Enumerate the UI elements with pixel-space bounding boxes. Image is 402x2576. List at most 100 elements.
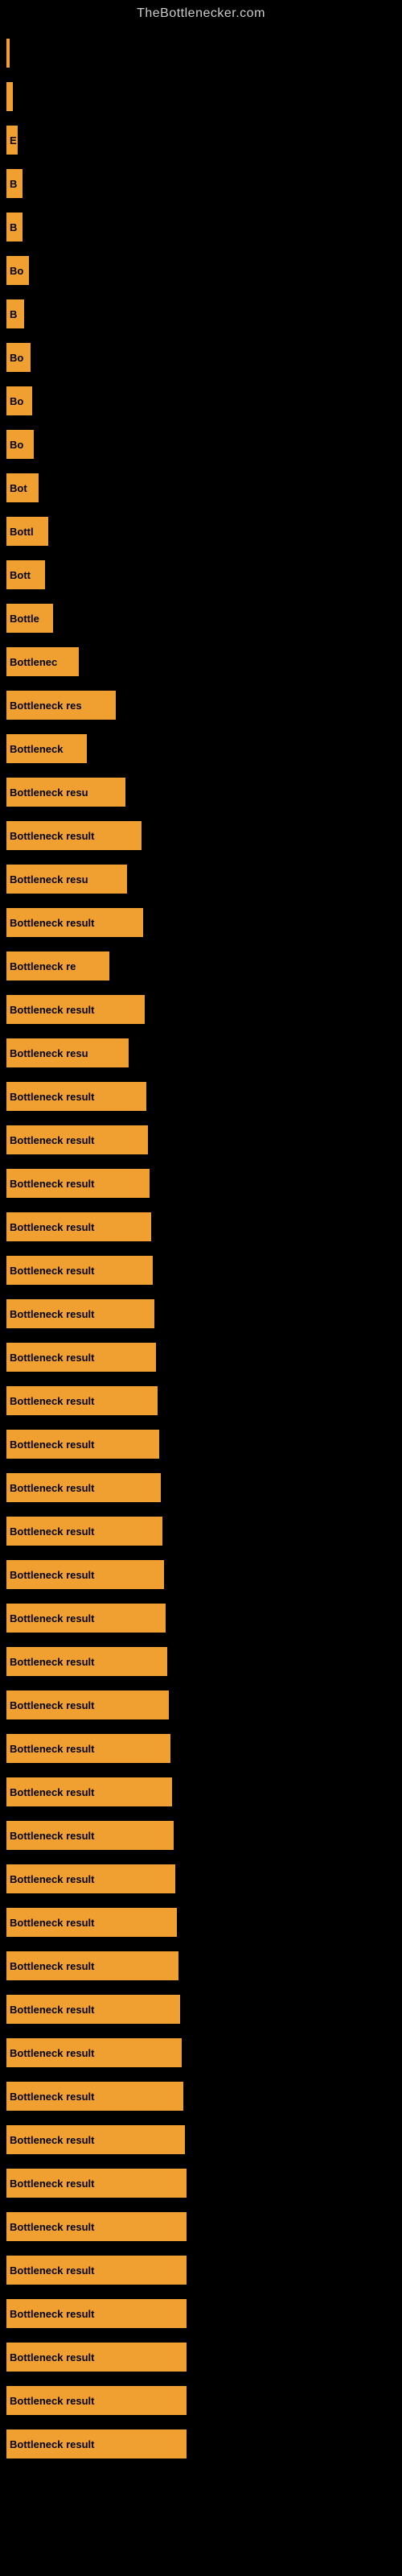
bar-item: E bbox=[6, 126, 18, 155]
bar-item: Bottleneck result bbox=[6, 1777, 172, 1806]
bar-row: Bottle bbox=[6, 597, 402, 639]
bar-item: Bottleneck result bbox=[6, 821, 142, 850]
bar-row: Bottleneck result bbox=[6, 989, 402, 1030]
bar-row: Bottleneck re bbox=[6, 945, 402, 987]
bar-item: Bottleneck result bbox=[6, 1169, 150, 1198]
bar-item: Bottleneck result bbox=[6, 1430, 159, 1459]
bar-item: Bottl bbox=[6, 517, 48, 546]
bar-row: Bo bbox=[6, 380, 402, 422]
bar-item: Bottleneck result bbox=[6, 1995, 180, 2024]
bar-item: Bottleneck result bbox=[6, 1690, 169, 1719]
bar-row: Bottleneck result bbox=[6, 902, 402, 943]
bar-item: Bot bbox=[6, 473, 39, 502]
bar-row: Bottleneck result bbox=[6, 1728, 402, 1769]
bar-row: Bottleneck resu bbox=[6, 1032, 402, 1074]
bar-row bbox=[6, 76, 402, 118]
bar-row: Bottleneck result bbox=[6, 1380, 402, 1422]
bar-item: Bo bbox=[6, 386, 32, 415]
bar-row: Bottleneck result bbox=[6, 1162, 402, 1204]
bar-row bbox=[6, 32, 402, 74]
bar-item: Bottleneck result bbox=[6, 995, 145, 1024]
bar-item: Bottleneck result bbox=[6, 1908, 177, 1937]
bar-row: Bottleneck result bbox=[6, 1119, 402, 1161]
bar-item: Bottleneck result bbox=[6, 2082, 183, 2111]
bar-row: Bottleneck result bbox=[6, 1597, 402, 1639]
site-title: TheBottlenecker.com bbox=[0, 0, 402, 24]
bar-item: Bottleneck result bbox=[6, 1299, 154, 1328]
bar-row: Bottleneck result bbox=[6, 2119, 402, 2161]
bar-row: Bott bbox=[6, 554, 402, 596]
bar-row: Bottleneck resu bbox=[6, 771, 402, 813]
bar-item: B bbox=[6, 299, 24, 328]
bar-item: Bottleneck result bbox=[6, 1864, 175, 1893]
bar-row: Bottleneck res bbox=[6, 684, 402, 726]
bar-item: Bottleneck result bbox=[6, 2038, 182, 2067]
bar-row: Bottleneck result bbox=[6, 1814, 402, 1856]
bar-row: Bottleneck result bbox=[6, 1901, 402, 1943]
bar-item: Bottleneck result bbox=[6, 1604, 166, 1633]
bar-row: Bottleneck resu bbox=[6, 858, 402, 900]
bar-item: Bottleneck result bbox=[6, 1473, 161, 1502]
bar-item: Bottleneck result bbox=[6, 1256, 153, 1285]
bar-row: Bo bbox=[6, 250, 402, 291]
bar-item: Bottleneck resu bbox=[6, 865, 127, 894]
bar-row: Bottleneck bbox=[6, 728, 402, 770]
bar-item: B bbox=[6, 169, 23, 198]
bar-row: B bbox=[6, 206, 402, 248]
bar-row: Bottleneck result bbox=[6, 2249, 402, 2291]
bar-row: Bottleneck result bbox=[6, 1554, 402, 1596]
bar-item: Bottleneck resu bbox=[6, 1038, 129, 1067]
bar-item: Bottleneck result bbox=[6, 1082, 146, 1111]
bar-row: Bo bbox=[6, 336, 402, 378]
bar-row: Bottleneck result bbox=[6, 1293, 402, 1335]
bar-row: Bottleneck result bbox=[6, 1206, 402, 1248]
bar-row: E bbox=[6, 119, 402, 161]
bar-item: Bottleneck result bbox=[6, 2256, 187, 2285]
bar-row: Bottleneck result bbox=[6, 815, 402, 857]
bars-container: EBBBoBBoBoBoBotBottlBottBottleBottlenecB… bbox=[0, 24, 402, 2475]
bar-row: Bottleneck result bbox=[6, 2032, 402, 2074]
bar-item: B bbox=[6, 213, 23, 242]
bar-row: Bottleneck result bbox=[6, 1336, 402, 1378]
bar-item: Bottleneck res bbox=[6, 691, 116, 720]
bar-item: Bottleneck result bbox=[6, 1125, 148, 1154]
bar-row: Bottlenec bbox=[6, 641, 402, 683]
bar-row: Bottleneck result bbox=[6, 2162, 402, 2204]
bar-item: Bo bbox=[6, 430, 34, 459]
bar-item bbox=[6, 39, 10, 68]
bar-row: Bottl bbox=[6, 510, 402, 552]
bar-item: Bottleneck result bbox=[6, 1212, 151, 1241]
bar-row: Bottleneck result bbox=[6, 1075, 402, 1117]
bar-row: Bottleneck result bbox=[6, 1771, 402, 1813]
bar-row: Bottleneck result bbox=[6, 1988, 402, 2030]
bar-item: Bottleneck result bbox=[6, 2169, 187, 2198]
bar-row: Bot bbox=[6, 467, 402, 509]
bar-item: Bottleneck result bbox=[6, 2343, 187, 2372]
bar-item: Bo bbox=[6, 256, 29, 285]
bar-item: Bottleneck result bbox=[6, 2429, 187, 2458]
bar-item: Bottleneck result bbox=[6, 2125, 185, 2154]
bar-row: B bbox=[6, 293, 402, 335]
bar-item: Bottle bbox=[6, 604, 53, 633]
bar-row: Bottleneck result bbox=[6, 2380, 402, 2421]
bar-row: B bbox=[6, 163, 402, 204]
bar-item: Bottleneck result bbox=[6, 1951, 178, 1980]
bar-row: Bottleneck result bbox=[6, 2206, 402, 2248]
bar-row: Bottleneck result bbox=[6, 1858, 402, 1900]
bar-row: Bottleneck result bbox=[6, 1423, 402, 1465]
bar-item: Bottleneck result bbox=[6, 1821, 174, 1850]
bar-row: Bottleneck result bbox=[6, 2075, 402, 2117]
bar-row: Bottleneck result bbox=[6, 1249, 402, 1291]
bar-row: Bottleneck result bbox=[6, 1684, 402, 1726]
bar-item: Bottleneck result bbox=[6, 1386, 158, 1415]
bar-row: Bottleneck result bbox=[6, 1945, 402, 1987]
bar-row: Bottleneck result bbox=[6, 2293, 402, 2334]
bar-row: Bottleneck result bbox=[6, 2336, 402, 2378]
bar-item: Bott bbox=[6, 560, 45, 589]
bar-item: Bottleneck bbox=[6, 734, 87, 763]
bar-item: Bottleneck result bbox=[6, 908, 143, 937]
bar-item: Bottleneck result bbox=[6, 1343, 156, 1372]
bar-item: Bottleneck result bbox=[6, 2212, 187, 2241]
bar-row: Bottleneck result bbox=[6, 1641, 402, 1682]
bar-row: Bo bbox=[6, 423, 402, 465]
